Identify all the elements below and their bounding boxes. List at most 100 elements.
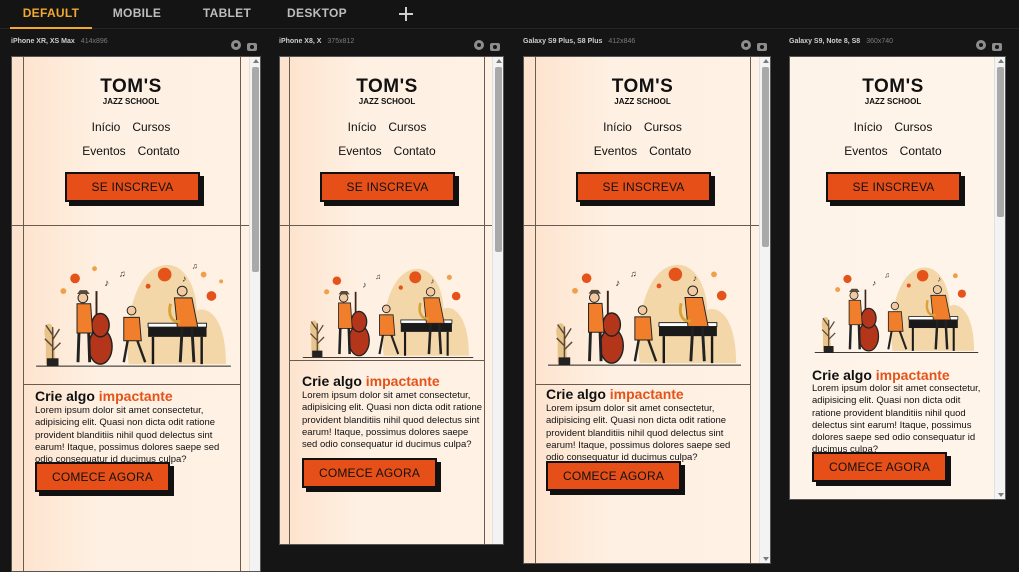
nav-link-cursos[interactable]: Cursos [644, 120, 682, 134]
device-name: iPhone XR, XS Max [11, 38, 75, 45]
nav-link-eventos[interactable]: Eventos [82, 144, 125, 158]
nav-link-contato[interactable]: Contato [649, 144, 691, 158]
jazz-band-illustration-svg: ♪ ♫ ♪ [548, 264, 741, 366]
camera-icon[interactable] [757, 43, 767, 51]
device-screen[interactable]: TOM'S JAZZ SCHOOL Início Cursos Eventos Co… [279, 56, 504, 545]
device-tab-bar: DEFAULT MOBILE TABLET DESKTOP [0, 0, 1019, 29]
brand-subtitle: JAZZ SCHOOL [102, 97, 160, 106]
jazz-band-illustration: ♪ ♫ ♪ [814, 261, 979, 355]
brand-subtitle: JAZZ SCHOOL [614, 97, 671, 106]
nav-link-cursos[interactable]: Cursos [132, 120, 170, 134]
scrollbar[interactable] [249, 57, 260, 571]
svg-text:♪: ♪ [431, 276, 435, 285]
section-heading: Crie algo impactante [35, 388, 173, 404]
device-size: 412x846 [608, 38, 636, 45]
nav-link-inicio[interactable]: Início [854, 120, 883, 134]
section-heading: Crie algo impactante [302, 373, 440, 389]
svg-text:♪: ♪ [182, 273, 186, 283]
section-paragraph: Lorem ipsum dolor sit amet consectetur, … [302, 390, 483, 451]
start-button[interactable]: COMECE AGORA [302, 458, 437, 488]
camera-icon[interactable] [992, 43, 1002, 51]
start-button[interactable]: COMECE AGORA [546, 461, 681, 491]
scroll-thumb[interactable] [997, 67, 1004, 217]
device-header: Galaxy S9 Plus, S8 Plus 412x846 [523, 38, 771, 54]
plus-icon[interactable] [395, 3, 417, 25]
section-heading: Crie algo impactante [812, 367, 950, 383]
device-name: Galaxy S9 Plus, S8 Plus [523, 38, 603, 45]
brand-logo[interactable]: TOM'S JAZZ SCHOOL [280, 77, 494, 107]
gear-icon[interactable] [976, 40, 986, 50]
jazz-band-illustration: ♪ ♫ ♪ [302, 262, 474, 360]
device-screen[interactable]: TOM'S JAZZ SCHOOL Início Cursos Eventos Co… [789, 56, 1006, 500]
jazz-band-illustration-svg: ♪ ♫ ♪ ♫ [36, 262, 231, 367]
camera-icon[interactable] [490, 43, 500, 51]
device-header: Galaxy S9, Note 8, S8 360x740 [789, 38, 1006, 54]
svg-text:♫: ♫ [119, 268, 126, 278]
scroll-down-icon[interactable] [763, 557, 769, 561]
device-header: iPhone X8, X 375x812 [279, 38, 504, 54]
main-nav: Início Cursos Eventos Contato [524, 115, 761, 163]
device-size: 360x740 [866, 38, 894, 45]
nav-link-eventos[interactable]: Eventos [844, 144, 887, 158]
jazz-band-illustration: ♪ ♫ ♪ ♫ [36, 257, 231, 369]
start-button[interactable]: COMECE AGORA [35, 462, 170, 492]
section-heading: Crie algo impactante [546, 386, 684, 402]
nav-link-contato[interactable]: Contato [900, 144, 942, 158]
nav-link-cursos[interactable]: Cursos [894, 120, 932, 134]
signup-button[interactable]: SE INSCREVA [826, 172, 961, 202]
nav-link-cursos[interactable]: Cursos [388, 120, 426, 134]
nav-link-contato[interactable]: Contato [394, 144, 436, 158]
scroll-up-icon[interactable] [763, 59, 769, 63]
svg-text:♪: ♪ [362, 280, 366, 290]
jazz-band-illustration: ♪ ♫ ♪ [548, 257, 741, 368]
scrollbar[interactable] [492, 57, 503, 544]
tab-desktop[interactable]: DESKTOP [281, 0, 353, 29]
device-screen[interactable]: TOM'S JAZZ SCHOOL Início Cursos Eventos Co… [523, 56, 771, 564]
brand-title: TOM'S [862, 76, 924, 97]
nav-link-inicio[interactable]: Início [92, 120, 121, 134]
svg-text:♫: ♫ [884, 270, 890, 279]
brand-logo[interactable]: TOM'S JAZZ SCHOOL [12, 77, 250, 107]
start-button[interactable]: COMECE AGORA [812, 452, 947, 482]
section-paragraph: Lorem ipsum dolor sit amet consectetur, … [35, 405, 220, 466]
gear-icon[interactable] [231, 40, 241, 50]
scroll-thumb[interactable] [762, 67, 769, 247]
device-screen[interactable]: TOM'S JAZZ SCHOOL Início Cursos Eventos Co… [11, 56, 261, 572]
main-nav: Início Cursos Eventos Contato [12, 115, 250, 163]
tab-mobile[interactable]: MOBILE [103, 0, 171, 29]
camera-icon[interactable] [247, 43, 257, 51]
brand-title: TOM'S [100, 76, 162, 97]
scrollbar[interactable] [759, 57, 770, 563]
brand-subtitle: JAZZ SCHOOL [358, 97, 416, 106]
gear-icon[interactable] [741, 40, 751, 50]
scroll-up-icon[interactable] [496, 59, 502, 63]
device-header: iPhone XR, XS Max 414x896 [11, 38, 261, 54]
tab-tablet[interactable]: TABLET [193, 0, 261, 29]
gear-icon[interactable] [474, 40, 484, 50]
main-nav: Início Cursos Eventos Contato [790, 115, 996, 163]
svg-text:♪: ♪ [937, 274, 941, 283]
tab-default[interactable]: DEFAULT [10, 0, 92, 29]
nav-link-inicio[interactable]: Início [603, 120, 632, 134]
scroll-down-icon[interactable] [998, 493, 1004, 497]
nav-link-inicio[interactable]: Início [348, 120, 377, 134]
scroll-thumb[interactable] [252, 67, 259, 272]
section-paragraph: Lorem ipsum dolor sit amet consectetur, … [812, 383, 981, 456]
signup-button[interactable]: SE INSCREVA [576, 172, 711, 202]
brand-logo[interactable]: TOM'S JAZZ SCHOOL [524, 77, 761, 107]
scroll-thumb[interactable] [495, 67, 502, 252]
nav-link-contato[interactable]: Contato [138, 144, 180, 158]
nav-link-eventos[interactable]: Eventos [338, 144, 381, 158]
brand-logo[interactable]: TOM'S JAZZ SCHOOL [790, 77, 996, 107]
jazz-band-illustration-svg: ♪ ♫ ♪ [814, 267, 979, 353]
scroll-up-icon[interactable] [998, 59, 1004, 63]
main-nav: Início Cursos Eventos Contato [280, 115, 494, 163]
brand-title: TOM'S [356, 76, 418, 97]
scroll-up-icon[interactable] [253, 59, 259, 63]
scrollbar[interactable] [994, 57, 1005, 499]
brand-title: TOM'S [611, 76, 674, 97]
signup-button[interactable]: SE INSCREVA [320, 172, 455, 202]
jazz-band-illustration-svg: ♪ ♫ ♪ [302, 268, 474, 358]
nav-link-eventos[interactable]: Eventos [594, 144, 637, 158]
signup-button[interactable]: SE INSCREVA [65, 172, 200, 202]
